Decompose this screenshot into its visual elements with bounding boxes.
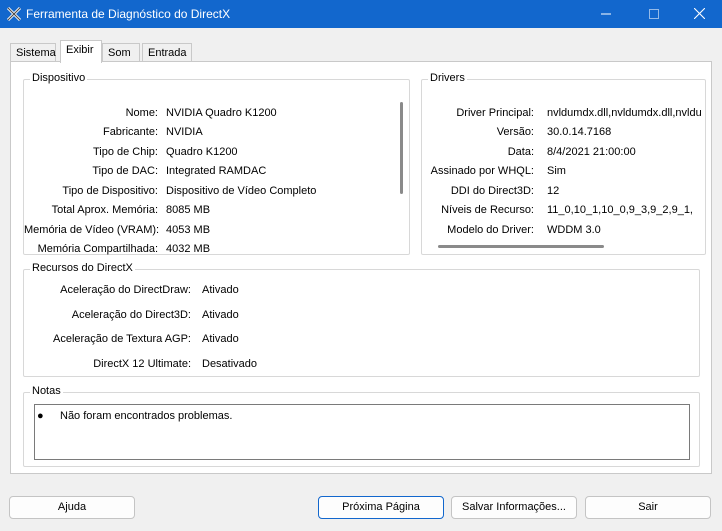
minimize-button[interactable] xyxy=(583,0,629,28)
notes-group-title: Notas xyxy=(30,385,63,397)
title-bar: Ferramenta de Diagnóstico do DirectX xyxy=(0,0,722,28)
note-text: Não foram encontrados problemas. xyxy=(60,410,233,422)
device-group: Dispositivo Nome: NVIDIA Quadro K1200 Fa… xyxy=(23,72,410,255)
save-information-button[interactable]: Salvar Informações... xyxy=(451,496,577,519)
maximize-button[interactable] xyxy=(631,0,677,28)
device-group-title: Dispositivo xyxy=(30,72,88,84)
next-page-button[interactable]: Próxima Página xyxy=(318,496,444,519)
help-button[interactable]: Ajuda xyxy=(9,496,135,519)
notes-group: Notas ● Não foram encontrados problemas. xyxy=(23,385,700,467)
drivers-group: Drivers Driver Principal: nvldumdx.dll,n… xyxy=(421,72,706,255)
tab-exibir[interactable]: Exibir xyxy=(60,40,102,63)
tab-sistema[interactable]: Sistema xyxy=(10,43,56,63)
bullet-icon: ● xyxy=(37,410,44,422)
window-title: Ferramenta de Diagnóstico do DirectX xyxy=(26,7,231,21)
exit-button[interactable]: Sair xyxy=(585,496,711,519)
display-tab-page: Dispositivo Nome: NVIDIA Quadro K1200 Fa… xyxy=(10,61,712,474)
directx-app-icon xyxy=(6,6,22,22)
features-group-title: Recursos do DirectX xyxy=(30,262,135,274)
device-scrollbar[interactable] xyxy=(400,102,403,194)
notes-textbox[interactable]: ● Não foram encontrados problemas. xyxy=(34,404,690,460)
close-button[interactable] xyxy=(676,0,722,28)
directx-features-group: Recursos do DirectX Aceleração do Direct… xyxy=(23,262,700,377)
tab-entrada[interactable]: Entrada xyxy=(142,43,192,63)
drivers-group-title: Drivers xyxy=(428,72,467,84)
tab-som[interactable]: Som xyxy=(102,43,140,63)
drivers-scrollbar[interactable] xyxy=(438,245,604,248)
